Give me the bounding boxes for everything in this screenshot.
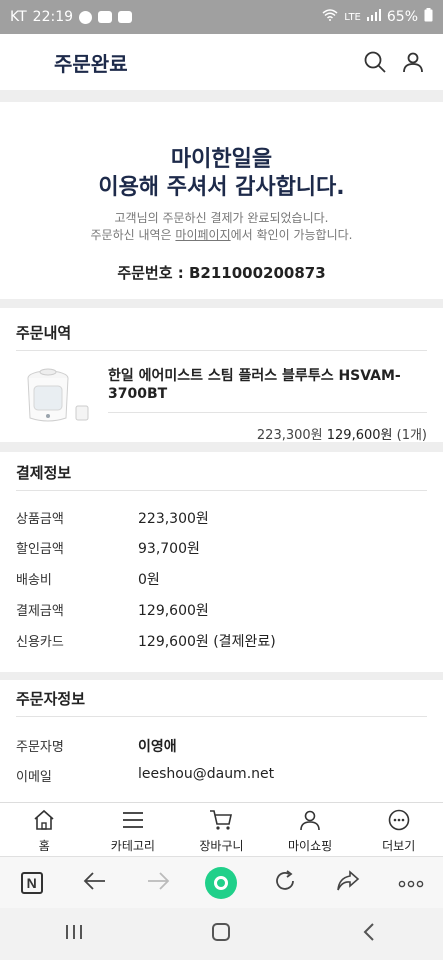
orderer-value: leeshou@daum.net	[138, 766, 275, 782]
payment-label: 할인금액	[16, 542, 64, 557]
thanks-subtext-before: 주문하신 내역은	[90, 228, 176, 243]
back-nav-button[interactable]	[344, 914, 394, 954]
product-price: 223,300원 129,600원 (1개)	[257, 424, 427, 443]
order-items-card: 주문내역 한일 에어미스트 스팀 플러스 블루투스 HSVAM-3700BT 2…	[0, 308, 443, 443]
thanks-heading-line2: 이용해 주셔서 감사합니다.	[98, 174, 345, 200]
divider	[16, 490, 427, 491]
search-icon[interactable]	[363, 50, 387, 74]
home-square-icon	[211, 922, 231, 946]
tab-category[interactable]: 카테고리	[89, 803, 178, 856]
tab-more[interactable]: 더보기	[354, 803, 443, 856]
share-icon	[336, 869, 360, 896]
sale-price: 129,600원	[326, 428, 393, 443]
tab-label: 마이쇼핑	[287, 839, 333, 853]
share-button[interactable]	[328, 863, 368, 903]
thanks-subtext: 고객님의 주문하신 결제가 완료되었습니다. 주문하신 내역은 마이페이지에서 …	[0, 210, 443, 245]
menu-icon	[121, 809, 145, 835]
status-bar: KT 22:19 LTE 65%	[0, 0, 443, 34]
arrow-right-icon	[146, 871, 170, 895]
original-price: 223,300원	[256, 428, 323, 443]
browser-toolbar: N	[0, 856, 443, 908]
payment-value: 0원	[138, 572, 160, 588]
order-complete-card: 마이한일을 이용해 주셔서 감사합니다. 고객님의 주문하신 결제가 완료되었습…	[0, 102, 443, 299]
product-name[interactable]: 한일 에어미스트 스팀 플러스 블루투스 HSVAM-3700BT	[108, 368, 428, 403]
order-number-label: 주문번호 :	[117, 264, 189, 282]
tab-label: 장바구니	[199, 839, 244, 853]
page-title: 주문완료	[54, 51, 128, 76]
user-icon[interactable]	[401, 50, 425, 74]
menu-more-button[interactable]	[391, 863, 431, 903]
wifi-icon	[322, 9, 338, 25]
order-items-title: 주문내역	[16, 324, 72, 342]
dots-icon	[398, 873, 424, 892]
tab-label: 더보기	[382, 839, 416, 853]
network-label: LTE	[344, 11, 361, 23]
payment-label: 신용카드	[16, 635, 64, 650]
user-icon	[299, 809, 321, 835]
payment-value: 129,600원	[138, 603, 209, 619]
forward-button[interactable]	[138, 863, 178, 903]
battery-icon	[424, 8, 433, 26]
naver-home-button[interactable]: N	[12, 863, 52, 903]
tab-label: 카테고리	[110, 839, 155, 853]
page-content[interactable]: 마이한일을 이용해 주셔서 감사합니다. 고객님의 주문하신 결제가 완료되었습…	[0, 90, 443, 802]
payment-value: 223,300원	[138, 511, 209, 527]
green-dot-button[interactable]	[201, 863, 241, 903]
app-header: 주문완료	[0, 34, 443, 90]
carrier-label: KT	[10, 9, 27, 25]
chat-icon	[98, 11, 113, 23]
mail-icon	[118, 11, 133, 23]
order-number: 주문번호 : B211000200873	[0, 262, 443, 283]
mypage-link[interactable]: 마이페이지	[175, 228, 230, 242]
divider	[108, 412, 427, 413]
time-label: 22:19	[32, 9, 74, 25]
thanks-subtext-line1: 고객님의 주문하신 결제가 완료되었습니다.	[114, 211, 329, 225]
back-button[interactable]	[75, 863, 115, 903]
chevron-left-icon	[362, 922, 376, 946]
payment-label: 상품금액	[16, 512, 64, 527]
green-dot-icon	[205, 866, 238, 899]
battery-label: 65%	[386, 9, 418, 25]
orderer-value: 이영애	[138, 739, 177, 755]
android-navigation-bar	[0, 908, 443, 960]
divider	[16, 350, 427, 351]
payment-value: 129,600원 (결제완료)	[138, 634, 276, 650]
thanks-subtext-after: 에서 확인이 가능합니다.	[230, 228, 353, 243]
payment-value: 93,700원	[138, 541, 200, 557]
tab-label: 홈	[38, 839, 50, 853]
thanks-subtext-line2: 주문하신 내역은 마이페이지에서 확인이 가능합니다.	[0, 227, 443, 244]
home-icon	[33, 809, 55, 835]
divider	[16, 716, 427, 717]
refresh-button[interactable]	[265, 863, 305, 903]
order-number-value: B211000200873	[188, 264, 326, 282]
orderer-label: 이메일	[16, 770, 52, 785]
notification-icon	[79, 10, 93, 24]
arrow-left-icon	[83, 871, 107, 895]
cart-icon	[209, 809, 233, 835]
payment-label: 배송비	[16, 573, 52, 588]
quantity: (1개)	[396, 428, 427, 443]
tab-cart[interactable]: 장바구니	[177, 803, 266, 856]
bottom-tab-bar: 홈 카테고리 장바구니 마이쇼핑 더보기	[0, 802, 443, 856]
more-icon	[388, 809, 410, 835]
payment-label: 결제금액	[16, 604, 64, 619]
tab-my-shopping[interactable]: 마이쇼핑	[266, 803, 355, 856]
home-button[interactable]	[196, 914, 246, 954]
product-image[interactable]	[18, 358, 90, 430]
naver-icon: N	[20, 871, 43, 894]
signal-icon	[366, 9, 381, 25]
orderer-title: 주문자정보	[16, 690, 86, 708]
recent-apps-icon	[64, 923, 84, 945]
orderer-label: 주문자명	[16, 740, 64, 755]
thanks-heading: 마이한일을 이용해 주셔서 감사합니다.	[0, 146, 443, 201]
refresh-icon	[273, 869, 297, 897]
thanks-heading-line1: 마이한일을	[170, 147, 273, 172]
tab-home[interactable]: 홈	[0, 803, 89, 856]
orderer-info-card: 주문자정보 주문자명 이영애 이메일 leeshou@daum.net	[0, 680, 443, 802]
recent-apps-button[interactable]	[49, 914, 99, 954]
payment-info-card: 결제정보 상품금액 223,300원 할인금액 93,700원 배송비 0원 결…	[0, 452, 443, 672]
payment-title: 결제정보	[16, 464, 72, 482]
